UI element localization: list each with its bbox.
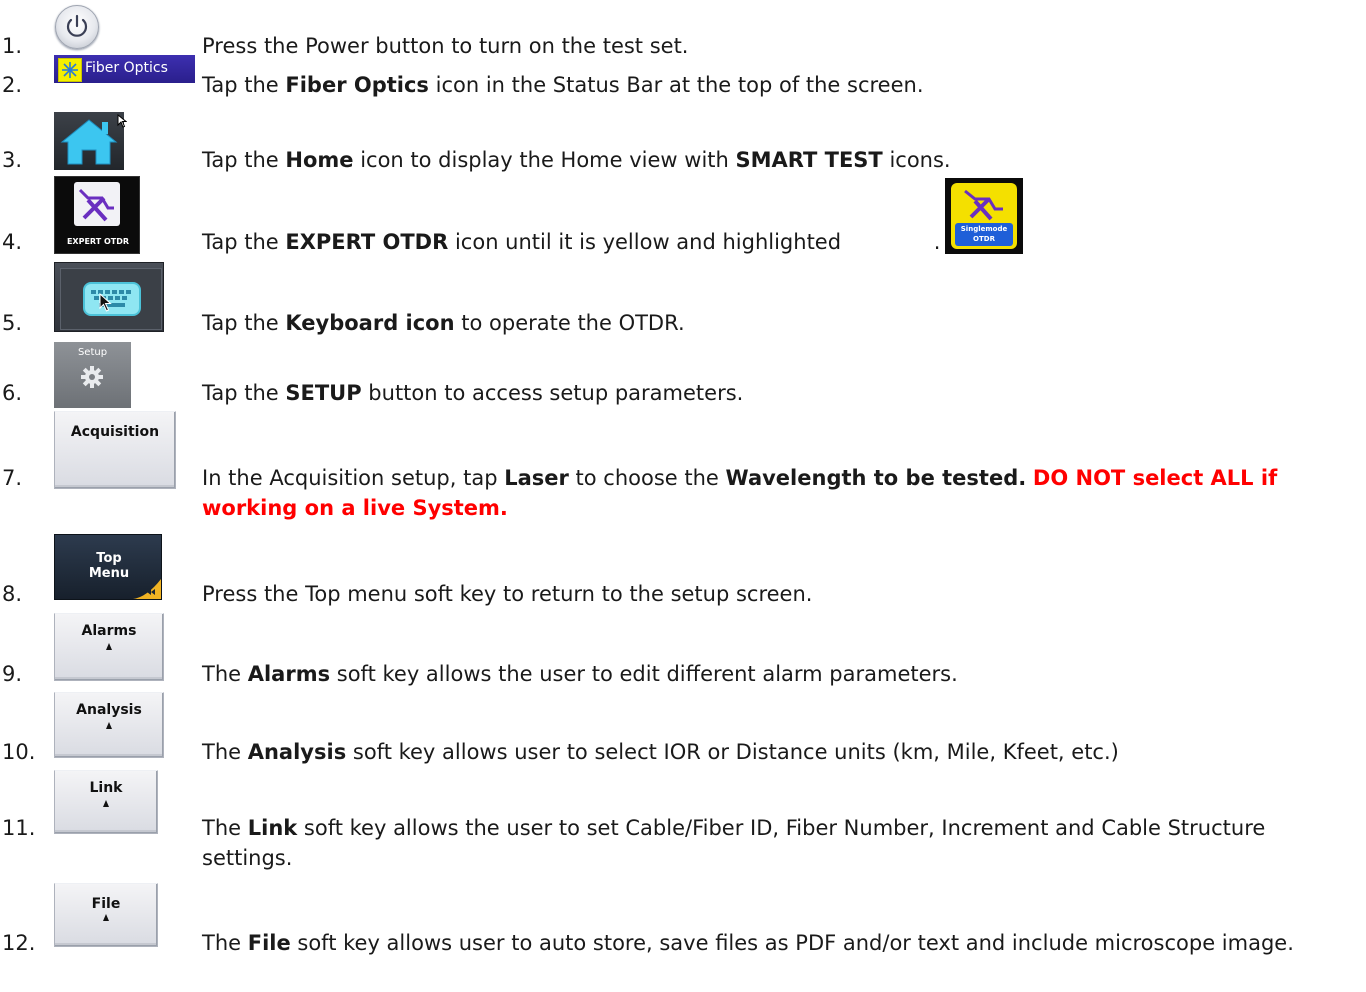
step-text-segment: Tap the bbox=[202, 230, 286, 254]
keyboard-icon bbox=[54, 262, 164, 332]
step-number: 2. bbox=[2, 73, 23, 97]
emphasis-text: Fiber Optics bbox=[285, 73, 429, 97]
setup-label: Setup bbox=[77, 347, 108, 358]
step-number: 8. bbox=[2, 582, 23, 606]
step-text-segment: soft key allows the user to edit differe… bbox=[330, 662, 958, 686]
step-text: The Analysis soft key allows user to sel… bbox=[202, 737, 1352, 767]
expert-otdr-label: EXPERT OTDR bbox=[66, 237, 130, 246]
step-text: Tap the Fiber Optics icon in the Status … bbox=[202, 70, 1352, 100]
step-text-segment: Press the Top menu soft key to return to… bbox=[202, 582, 813, 606]
emphasis-text: Analysis bbox=[247, 740, 347, 764]
power-button-icon bbox=[55, 5, 99, 49]
step-text: Press the Top menu soft key to return to… bbox=[202, 579, 1352, 609]
home-icon bbox=[54, 112, 127, 170]
expert-otdr-icon: EXPERT OTDR bbox=[54, 176, 140, 254]
step-text: Tap the EXPERT OTDR icon until it is yel… bbox=[202, 227, 1352, 257]
emphasis-text: Home bbox=[285, 148, 354, 172]
step-text-segment: to choose the bbox=[568, 466, 726, 490]
gear-icon bbox=[81, 366, 103, 388]
emphasis-text: EXPERT OTDR bbox=[285, 230, 449, 254]
step-text-segment: icon in the Status Bar at the top of the… bbox=[428, 73, 924, 97]
step-text: Tap the Keyboard icon to operate the OTD… bbox=[202, 308, 1352, 338]
emphasis-text: Link bbox=[247, 816, 298, 840]
emphasis-text: Wavelength to be tested. bbox=[725, 466, 1027, 490]
step-text: The File soft key allows user to auto st… bbox=[202, 928, 1352, 958]
emphasis-text: Keyboard icon bbox=[285, 311, 455, 335]
step-text: In the Acquisition setup, tap Laser to c… bbox=[202, 463, 1352, 523]
laser-starburst-icon bbox=[58, 58, 82, 82]
step-number: 10. bbox=[2, 740, 36, 764]
step-number: 12. bbox=[2, 931, 36, 955]
emphasis-text: Alarms bbox=[247, 662, 331, 686]
acquisition-label: Acquisition bbox=[70, 424, 160, 440]
step-text-segment: icon until it is yellow and highlighted bbox=[448, 230, 848, 254]
step-text-segment: icon to display the Home view with bbox=[353, 148, 736, 172]
mouse-cursor-icon bbox=[106, 643, 112, 650]
mouse-cursor-icon bbox=[99, 293, 112, 312]
alarms-softkey: Alarms bbox=[54, 613, 164, 681]
step-text-segment: Tap the bbox=[202, 311, 286, 335]
emphasis-text: Laser bbox=[504, 466, 569, 490]
acquisition-softkey: Acquisition bbox=[54, 411, 176, 489]
file-softkey: File bbox=[54, 883, 158, 947]
step-number: 7. bbox=[2, 466, 23, 490]
step-text-segment: soft key allows user to auto store, save… bbox=[290, 931, 1294, 955]
step-number: 5. bbox=[2, 311, 23, 335]
step-text-segment: to operate the OTDR. bbox=[454, 311, 685, 335]
step-text-segment: The bbox=[202, 740, 248, 764]
analysis-softkey: Analysis bbox=[54, 692, 164, 758]
fiber-optics-label: Fiber Optics bbox=[85, 60, 168, 76]
link-label: Link bbox=[89, 780, 123, 796]
step-text-segment: Press the Power button to turn on the te… bbox=[202, 34, 689, 58]
step-text-segment: Tap the bbox=[202, 148, 286, 172]
step-text-segment: button to access setup parameters. bbox=[361, 381, 744, 405]
top-menu-label: Top Menu bbox=[88, 551, 130, 581]
step-number: 4. bbox=[2, 230, 23, 254]
step-number: 1. bbox=[2, 34, 23, 58]
step-text: Press the Power button to turn on the te… bbox=[202, 31, 1352, 61]
mouse-cursor-icon bbox=[117, 114, 127, 128]
setup-gear-icon: Setup bbox=[54, 342, 131, 408]
top-menu-softkey: Top Menu bbox=[54, 534, 162, 600]
step-number: 3. bbox=[2, 148, 23, 172]
otdr-label: OTDR bbox=[973, 235, 995, 243]
step-text: Tap the Home icon to display the Home vi… bbox=[202, 145, 1352, 175]
step-text: The Link soft key allows the user to set… bbox=[202, 813, 1352, 873]
emphasis-text: SMART TEST bbox=[735, 148, 883, 172]
step-text-segment: soft key allows user to select IOR or Di… bbox=[346, 740, 1119, 764]
mouse-cursor-icon bbox=[103, 800, 109, 807]
singlemode-label: Singlemode bbox=[960, 225, 1008, 233]
step-number: 11. bbox=[2, 816, 36, 840]
step-text-segment: Tap the bbox=[202, 381, 286, 405]
analysis-label: Analysis bbox=[76, 702, 142, 718]
step-text: Tap the SETUP button to access setup par… bbox=[202, 378, 1352, 408]
step-text-segment: In the Acquisition setup, tap bbox=[202, 466, 505, 490]
step-text-segment: The bbox=[202, 816, 248, 840]
singlemode-otdr-icon: Singlemode OTDR bbox=[945, 178, 1023, 254]
step-text-segment: . bbox=[933, 230, 941, 254]
step-number: 6. bbox=[2, 381, 23, 405]
step-text-segment: icons. bbox=[882, 148, 951, 172]
back-arrow-icon bbox=[133, 579, 161, 599]
emphasis-text: SETUP bbox=[285, 381, 362, 405]
step-text-segment: The bbox=[202, 662, 248, 686]
link-softkey: Link bbox=[54, 770, 158, 834]
step-text-segment: The bbox=[202, 931, 248, 955]
step-text: The Alarms soft key allows the user to e… bbox=[202, 659, 1352, 689]
file-label: File bbox=[91, 896, 121, 912]
mouse-cursor-icon bbox=[106, 722, 112, 729]
fiber-optics-icon: Fiber Optics bbox=[54, 55, 195, 83]
step-text-segment: Tap the bbox=[202, 73, 286, 97]
step-number: 9. bbox=[2, 662, 23, 686]
step-text-segment bbox=[1026, 466, 1033, 490]
emphasis-text: File bbox=[247, 931, 291, 955]
alarms-label: Alarms bbox=[81, 623, 137, 639]
mouse-cursor-icon bbox=[103, 914, 109, 921]
step-text-segment: soft key allows the user to set Cable/Fi… bbox=[202, 816, 1266, 870]
